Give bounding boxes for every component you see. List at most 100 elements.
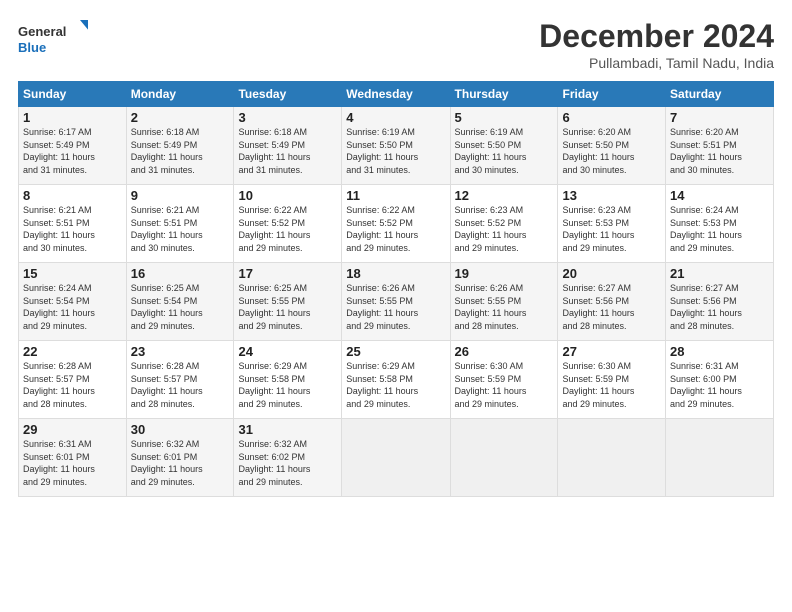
weekday-header-thursday: Thursday — [450, 82, 558, 107]
logo: General Blue — [18, 18, 88, 60]
calendar-cell: 31Sunrise: 6:32 AM Sunset: 6:02 PM Dayli… — [234, 419, 342, 497]
calendar-cell: 8Sunrise: 6:21 AM Sunset: 5:51 PM Daylig… — [19, 185, 127, 263]
day-number: 21 — [670, 266, 769, 281]
calendar-week-3: 15Sunrise: 6:24 AM Sunset: 5:54 PM Dayli… — [19, 263, 774, 341]
day-info: Sunrise: 6:31 AM Sunset: 6:00 PM Dayligh… — [670, 360, 769, 410]
day-number: 16 — [131, 266, 230, 281]
day-number: 26 — [455, 344, 554, 359]
calendar-cell: 3Sunrise: 6:18 AM Sunset: 5:49 PM Daylig… — [234, 107, 342, 185]
day-number: 1 — [23, 110, 122, 125]
day-info: Sunrise: 6:30 AM Sunset: 5:59 PM Dayligh… — [455, 360, 554, 410]
day-info: Sunrise: 6:22 AM Sunset: 5:52 PM Dayligh… — [346, 204, 445, 254]
calendar-cell: 27Sunrise: 6:30 AM Sunset: 5:59 PM Dayli… — [558, 341, 666, 419]
calendar-cell — [666, 419, 774, 497]
calendar-cell: 30Sunrise: 6:32 AM Sunset: 6:01 PM Dayli… — [126, 419, 234, 497]
day-info: Sunrise: 6:18 AM Sunset: 5:49 PM Dayligh… — [131, 126, 230, 176]
day-number: 19 — [455, 266, 554, 281]
title-block: December 2024 Pullambadi, Tamil Nadu, In… — [539, 18, 774, 71]
day-info: Sunrise: 6:27 AM Sunset: 5:56 PM Dayligh… — [562, 282, 661, 332]
calendar-cell: 25Sunrise: 6:29 AM Sunset: 5:58 PM Dayli… — [342, 341, 450, 419]
day-info: Sunrise: 6:19 AM Sunset: 5:50 PM Dayligh… — [346, 126, 445, 176]
day-info: Sunrise: 6:20 AM Sunset: 5:51 PM Dayligh… — [670, 126, 769, 176]
day-number: 13 — [562, 188, 661, 203]
day-info: Sunrise: 6:21 AM Sunset: 5:51 PM Dayligh… — [23, 204, 122, 254]
calendar-cell: 4Sunrise: 6:19 AM Sunset: 5:50 PM Daylig… — [342, 107, 450, 185]
calendar-week-2: 8Sunrise: 6:21 AM Sunset: 5:51 PM Daylig… — [19, 185, 774, 263]
day-number: 2 — [131, 110, 230, 125]
day-info: Sunrise: 6:21 AM Sunset: 5:51 PM Dayligh… — [131, 204, 230, 254]
month-title: December 2024 — [539, 18, 774, 55]
logo-svg: General Blue — [18, 18, 88, 60]
calendar-cell: 10Sunrise: 6:22 AM Sunset: 5:52 PM Dayli… — [234, 185, 342, 263]
day-number: 27 — [562, 344, 661, 359]
day-info: Sunrise: 6:30 AM Sunset: 5:59 PM Dayligh… — [562, 360, 661, 410]
calendar-cell: 24Sunrise: 6:29 AM Sunset: 5:58 PM Dayli… — [234, 341, 342, 419]
calendar-cell: 1Sunrise: 6:17 AM Sunset: 5:49 PM Daylig… — [19, 107, 127, 185]
day-number: 8 — [23, 188, 122, 203]
day-info: Sunrise: 6:24 AM Sunset: 5:54 PM Dayligh… — [23, 282, 122, 332]
day-number: 6 — [562, 110, 661, 125]
day-info: Sunrise: 6:25 AM Sunset: 5:54 PM Dayligh… — [131, 282, 230, 332]
day-number: 29 — [23, 422, 122, 437]
location: Pullambadi, Tamil Nadu, India — [539, 55, 774, 71]
day-info: Sunrise: 6:17 AM Sunset: 5:49 PM Dayligh… — [23, 126, 122, 176]
day-number: 9 — [131, 188, 230, 203]
day-number: 15 — [23, 266, 122, 281]
day-info: Sunrise: 6:26 AM Sunset: 5:55 PM Dayligh… — [455, 282, 554, 332]
day-number: 24 — [238, 344, 337, 359]
day-number: 28 — [670, 344, 769, 359]
calendar-week-1: 1Sunrise: 6:17 AM Sunset: 5:49 PM Daylig… — [19, 107, 774, 185]
calendar-cell: 9Sunrise: 6:21 AM Sunset: 5:51 PM Daylig… — [126, 185, 234, 263]
calendar-cell — [450, 419, 558, 497]
day-number: 23 — [131, 344, 230, 359]
calendar-cell: 5Sunrise: 6:19 AM Sunset: 5:50 PM Daylig… — [450, 107, 558, 185]
day-info: Sunrise: 6:31 AM Sunset: 6:01 PM Dayligh… — [23, 438, 122, 488]
weekday-header-wednesday: Wednesday — [342, 82, 450, 107]
day-info: Sunrise: 6:18 AM Sunset: 5:49 PM Dayligh… — [238, 126, 337, 176]
calendar-cell: 14Sunrise: 6:24 AM Sunset: 5:53 PM Dayli… — [666, 185, 774, 263]
calendar-cell: 17Sunrise: 6:25 AM Sunset: 5:55 PM Dayli… — [234, 263, 342, 341]
day-number: 25 — [346, 344, 445, 359]
day-info: Sunrise: 6:24 AM Sunset: 5:53 PM Dayligh… — [670, 204, 769, 254]
day-info: Sunrise: 6:23 AM Sunset: 5:52 PM Dayligh… — [455, 204, 554, 254]
weekday-header-friday: Friday — [558, 82, 666, 107]
calendar-cell: 18Sunrise: 6:26 AM Sunset: 5:55 PM Dayli… — [342, 263, 450, 341]
calendar-cell: 21Sunrise: 6:27 AM Sunset: 5:56 PM Dayli… — [666, 263, 774, 341]
calendar-cell: 23Sunrise: 6:28 AM Sunset: 5:57 PM Dayli… — [126, 341, 234, 419]
day-number: 3 — [238, 110, 337, 125]
calendar-cell: 6Sunrise: 6:20 AM Sunset: 5:50 PM Daylig… — [558, 107, 666, 185]
day-number: 18 — [346, 266, 445, 281]
day-info: Sunrise: 6:28 AM Sunset: 5:57 PM Dayligh… — [23, 360, 122, 410]
calendar-week-5: 29Sunrise: 6:31 AM Sunset: 6:01 PM Dayli… — [19, 419, 774, 497]
calendar-cell: 15Sunrise: 6:24 AM Sunset: 5:54 PM Dayli… — [19, 263, 127, 341]
day-info: Sunrise: 6:32 AM Sunset: 6:02 PM Dayligh… — [238, 438, 337, 488]
day-info: Sunrise: 6:22 AM Sunset: 5:52 PM Dayligh… — [238, 204, 337, 254]
day-number: 14 — [670, 188, 769, 203]
weekday-header-sunday: Sunday — [19, 82, 127, 107]
calendar-cell: 13Sunrise: 6:23 AM Sunset: 5:53 PM Dayli… — [558, 185, 666, 263]
day-number: 7 — [670, 110, 769, 125]
weekday-header-monday: Monday — [126, 82, 234, 107]
day-info: Sunrise: 6:29 AM Sunset: 5:58 PM Dayligh… — [238, 360, 337, 410]
day-number: 12 — [455, 188, 554, 203]
day-number: 5 — [455, 110, 554, 125]
calendar-cell: 2Sunrise: 6:18 AM Sunset: 5:49 PM Daylig… — [126, 107, 234, 185]
calendar-week-4: 22Sunrise: 6:28 AM Sunset: 5:57 PM Dayli… — [19, 341, 774, 419]
svg-text:General: General — [18, 24, 66, 39]
page-container: General Blue December 2024 Pullambadi, T… — [0, 0, 792, 507]
svg-text:Blue: Blue — [18, 40, 46, 55]
day-number: 4 — [346, 110, 445, 125]
calendar-cell: 20Sunrise: 6:27 AM Sunset: 5:56 PM Dayli… — [558, 263, 666, 341]
day-number: 17 — [238, 266, 337, 281]
weekday-header-row: SundayMondayTuesdayWednesdayThursdayFrid… — [19, 82, 774, 107]
day-number: 22 — [23, 344, 122, 359]
calendar-cell: 26Sunrise: 6:30 AM Sunset: 5:59 PM Dayli… — [450, 341, 558, 419]
calendar-cell: 22Sunrise: 6:28 AM Sunset: 5:57 PM Dayli… — [19, 341, 127, 419]
calendar-cell: 28Sunrise: 6:31 AM Sunset: 6:00 PM Dayli… — [666, 341, 774, 419]
calendar-cell — [342, 419, 450, 497]
day-number: 30 — [131, 422, 230, 437]
calendar-cell: 7Sunrise: 6:20 AM Sunset: 5:51 PM Daylig… — [666, 107, 774, 185]
weekday-header-tuesday: Tuesday — [234, 82, 342, 107]
calendar-cell: 16Sunrise: 6:25 AM Sunset: 5:54 PM Dayli… — [126, 263, 234, 341]
day-number: 10 — [238, 188, 337, 203]
